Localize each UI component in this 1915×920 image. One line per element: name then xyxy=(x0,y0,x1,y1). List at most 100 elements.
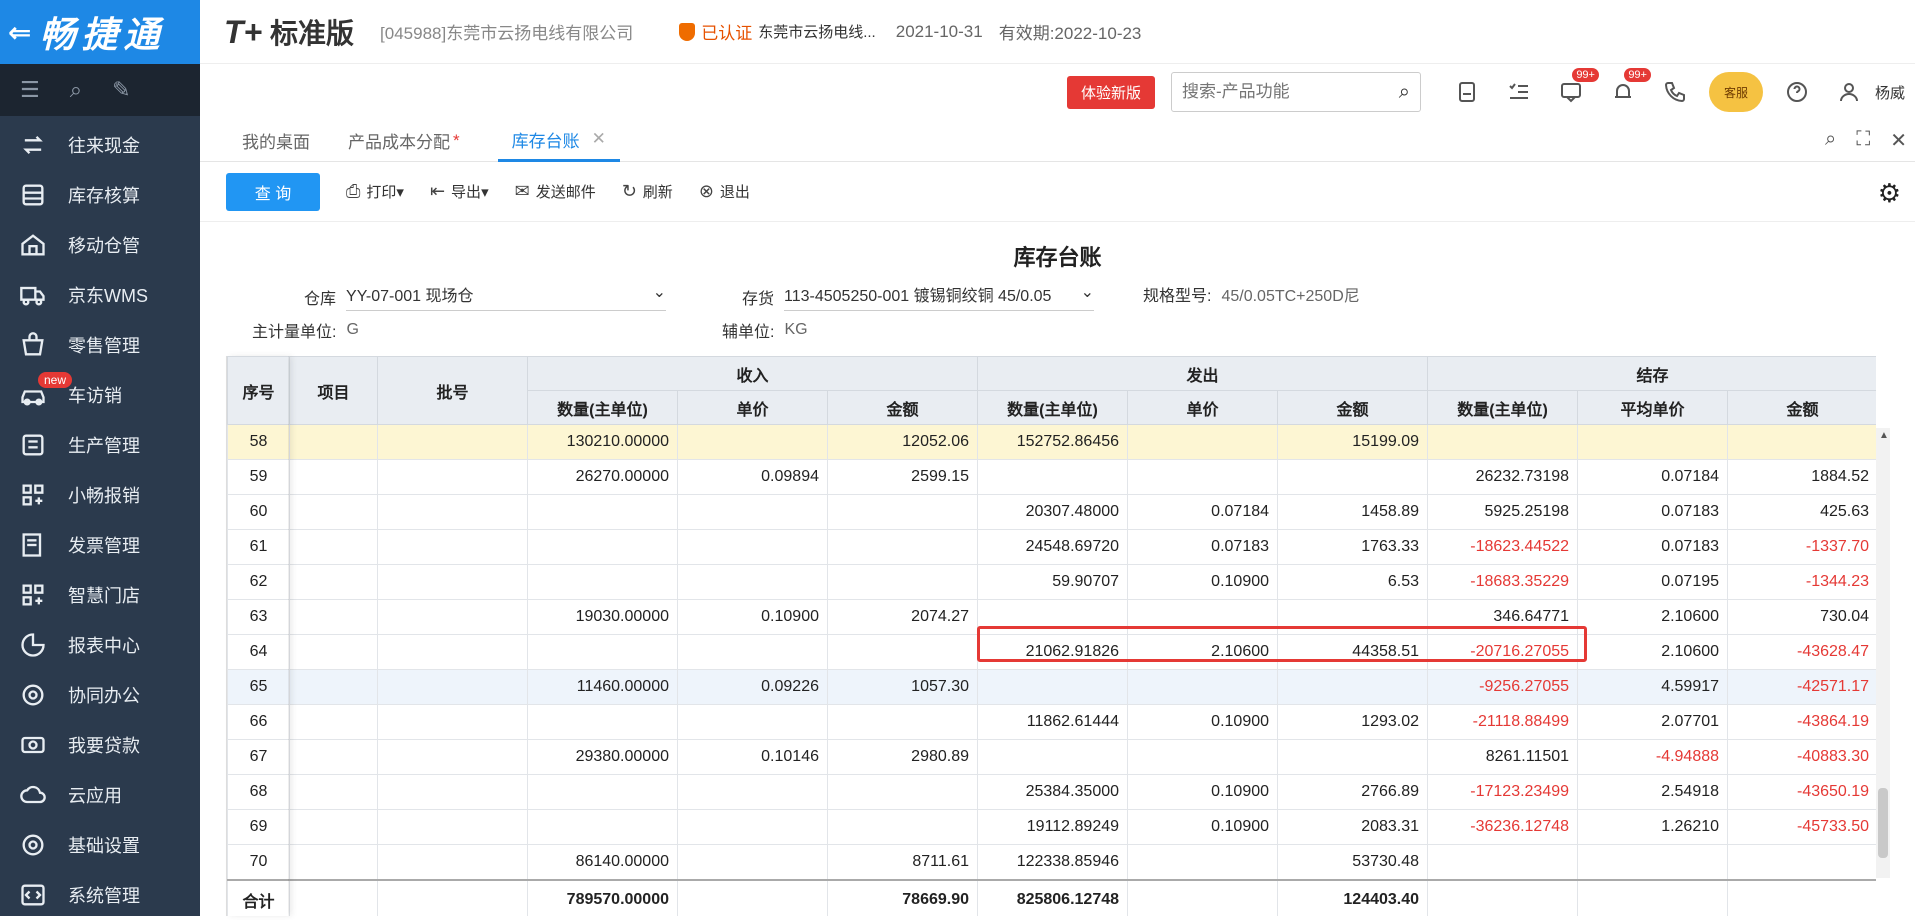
cell-out-amt: 44358.51 xyxy=(1277,634,1429,670)
row-seq: 69 xyxy=(227,809,290,845)
user-name[interactable]: 杨威 xyxy=(1875,82,1905,103)
table-row[interactable]: 60 20307.48000 0.07184 1458.89 5925.25198 0.0… xyxy=(227,494,1876,530)
export-icon: ⇤ xyxy=(429,181,446,201)
sidebar-item-5[interactable]: 车访销 new xyxy=(0,370,200,420)
table-row[interactable]: 66 11862.61444 0.10900 1293.02 -21118.88499 2… xyxy=(227,704,1876,740)
gear-icon[interactable]: ⚙ xyxy=(1878,178,1901,209)
exit-button[interactable]: ⊗ 退出 xyxy=(699,181,750,202)
try-new-version-button[interactable]: 体验新版 xyxy=(1066,75,1155,109)
sidebar-item-1[interactable]: 库存核算 xyxy=(0,170,200,220)
table-row[interactable]: 61 24548.69720 0.07183 1763.33 -18623.44522 0… xyxy=(227,529,1876,565)
sidebar-item-3[interactable]: 京东WMS xyxy=(0,270,200,320)
table-row[interactable]: 64 21062.91826 2.10600 44358.51 -20716.27055… xyxy=(227,634,1876,670)
phone-icon[interactable] xyxy=(1657,74,1693,110)
warehouse-filter: 仓库 YY-07-001 现场仓 ⌄ xyxy=(304,282,667,311)
cell-out-price: 0.10900 xyxy=(1127,774,1279,810)
edit-icon[interactable]: ✎ xyxy=(112,77,130,103)
warehouse-select[interactable]: YY-07-001 现场仓 ⌄ xyxy=(346,282,667,311)
task-list-icon[interactable] xyxy=(1501,74,1537,110)
sidebar-item-13[interactable]: 云应用 xyxy=(0,770,200,820)
row-item xyxy=(289,844,378,880)
print-button[interactable]: ⎙ 打印 ▾ xyxy=(346,181,404,202)
sidebar-item-14[interactable]: 基础设置 xyxy=(0,820,200,870)
table-row[interactable]: 65 11460.00000 0.09226 1057.30 -9256.27055 4.… xyxy=(227,669,1876,705)
sidebar-item-label: 移动仓管 xyxy=(68,236,140,256)
customer-service-button[interactable]: 客服 xyxy=(1708,72,1763,112)
row-batch xyxy=(377,809,528,845)
fullscreen-icon[interactable]: ⛶ xyxy=(1856,128,1870,153)
tab-product-cost[interactable]: 产品成本分配 * xyxy=(348,120,460,162)
cell-bal-price: 4.59917 xyxy=(1577,669,1729,705)
close-tab-icon[interactable]: ✕ xyxy=(592,129,606,149)
search-icon[interactable]: ⌕ xyxy=(70,77,82,103)
help-icon[interactable] xyxy=(1779,74,1815,110)
search-icon[interactable]: ⌕ xyxy=(1825,128,1836,153)
cell-bal-price: 0.07183 xyxy=(1577,529,1729,565)
query-button[interactable]: 查 询 xyxy=(226,172,320,211)
sidebar-item-11[interactable]: 协同办公 xyxy=(0,670,200,720)
menu-icon[interactable]: ☰ xyxy=(20,77,40,103)
cell-bal-qty: -36236.12748 xyxy=(1427,809,1579,845)
search-input[interactable] xyxy=(1181,82,1372,102)
table-row[interactable]: 58 130210.00000 12052.06 152752.86456 15199.… xyxy=(227,424,1876,460)
cell-in-qty: 130210.00000 xyxy=(527,424,678,460)
scrollbar-thumb[interactable] xyxy=(1878,788,1888,858)
scroll-up-icon[interactable]: ▲ xyxy=(1879,430,1889,441)
sidebar-item-15[interactable]: 系统管理 xyxy=(0,870,200,920)
row-batch xyxy=(377,599,528,635)
row-seq: 67 xyxy=(227,739,290,775)
sidebar-item-12[interactable]: 我要贷款 xyxy=(0,720,200,770)
total-in-amount: 78669.90 xyxy=(826,878,979,916)
cell-in-price: 0.10146 xyxy=(677,739,828,775)
spec-field: 规格型号: 45/0.05TC+250D尼 xyxy=(1143,288,1360,305)
search-box[interactable]: ⌕ xyxy=(1170,72,1421,112)
row-item xyxy=(289,774,378,810)
table-row[interactable]: 62 59.90707 0.10900 6.53 -18683.35229 0.07195… xyxy=(227,564,1876,600)
sidebar-item-7[interactable]: 小畅报销 xyxy=(0,470,200,520)
cell-out-amt xyxy=(1277,459,1429,495)
cell-out-qty: 24548.69720 xyxy=(977,529,1129,565)
table-row[interactable]: 63 19030.00000 0.10900 2074.27 346.64771 2.10… xyxy=(227,599,1876,635)
cell-in-price: 0.10900 xyxy=(677,599,828,635)
sidebar-item-8[interactable]: 发票管理 xyxy=(0,520,200,570)
vertical-scrollbar[interactable] xyxy=(1876,428,1890,878)
total-bal-price xyxy=(1577,878,1729,916)
send-email-button[interactable]: ✉ 发送邮件 xyxy=(515,181,596,202)
sidebar-item-10[interactable]: 报表中心 xyxy=(0,620,200,670)
table-row[interactable]: 59 26270.00000 0.09894 2599.15 26232.73198 0.… xyxy=(227,459,1876,495)
table-row[interactable]: 67 29380.00000 0.10146 2980.89 8261.11501 -4.… xyxy=(227,739,1876,775)
cell-in-amt: 2074.27 xyxy=(826,599,979,635)
app-logo[interactable]: ⇐ 畅捷通 xyxy=(0,0,200,64)
back-arrow-icon[interactable]: ⇐ xyxy=(8,16,31,49)
bell-icon[interactable]: 99+ xyxy=(1605,68,1651,110)
row-batch xyxy=(377,529,528,565)
sidebar-item-2[interactable]: 移动仓管 xyxy=(0,220,200,270)
sidebar-item-4[interactable]: 零售管理 xyxy=(0,320,200,370)
cell-bal-qty: -20716.27055 xyxy=(1427,634,1579,670)
close-icon[interactable]: ✕ xyxy=(1890,128,1907,153)
retail-icon xyxy=(18,330,48,360)
export-button[interactable]: ⇤ 导出 ▾ xyxy=(430,181,489,202)
new-badge: new xyxy=(38,372,73,388)
message-icon[interactable]: 99+ xyxy=(1553,68,1599,110)
tab-my-desktop[interactable]: 我的桌面 xyxy=(242,120,310,162)
row-batch xyxy=(377,844,528,880)
cell-in-qty xyxy=(527,494,678,530)
user-icon[interactable] xyxy=(1831,74,1867,110)
table-row[interactable]: 69 19112.89249 0.10900 2083.31 -36236.12748 1… xyxy=(227,809,1876,845)
sidebar-item-9[interactable]: 智慧门店 xyxy=(0,570,200,620)
table-row[interactable]: 68 25384.35000 0.10900 2766.89 -17123.23499 2… xyxy=(227,774,1876,810)
col-seq: 序号 xyxy=(227,356,290,425)
tab-inventory-ledger[interactable]: 库存台账 ✕ xyxy=(497,120,620,162)
search-icon[interactable]: ⌕ xyxy=(1399,81,1410,104)
calculator-icon[interactable] xyxy=(1449,74,1485,110)
refresh-button[interactable]: ↻ 刷新 xyxy=(622,181,673,202)
cell-in-amt: 1057.30 xyxy=(826,669,979,705)
table-row[interactable]: 70 86140.00000 8711.61 122338.85946 53730.48 xyxy=(227,844,1876,880)
cell-bal-amt: -43864.19 xyxy=(1727,704,1876,740)
cell-in-price xyxy=(677,704,828,740)
item-select[interactable]: 113-4505250-001 镀锡铜绞铜 45/0.05 ⌄ xyxy=(784,282,1095,311)
cell-in-price: 0.09226 xyxy=(677,669,828,705)
sidebar-item-0[interactable]: 往来现金 xyxy=(0,120,200,170)
sidebar-item-6[interactable]: 生产管理 xyxy=(0,420,200,470)
